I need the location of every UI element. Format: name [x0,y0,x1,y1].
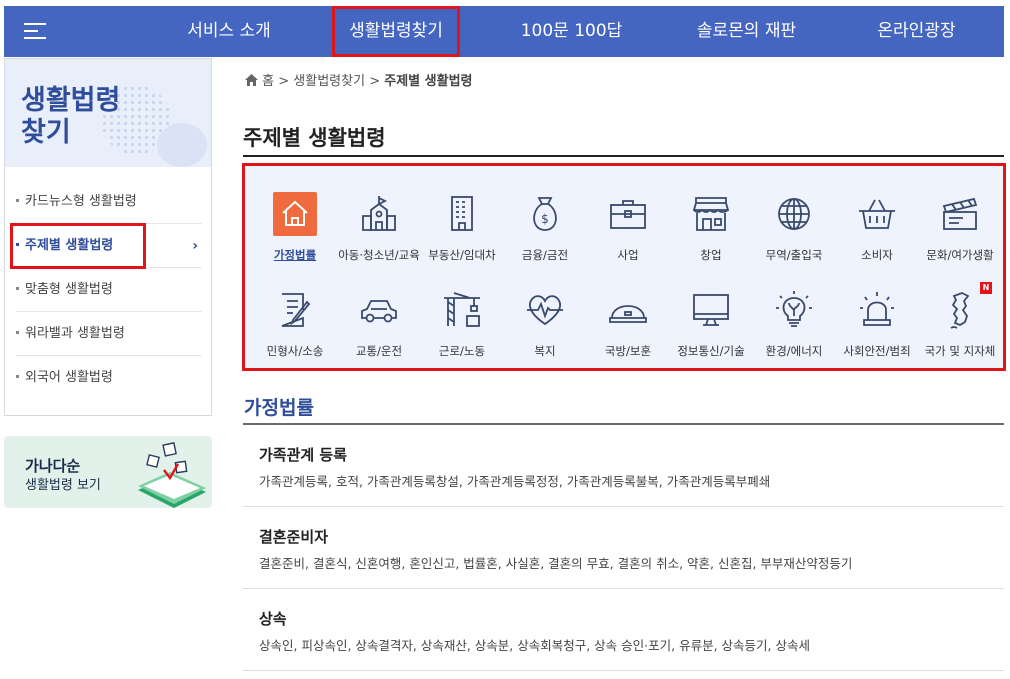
sidebar-title: 생활법령 찾기 [21,85,121,148]
law-group: 결혼준비자 결혼준비, 결혼식, 신혼여행, 혼인신고, 법률혼, 사실혼, 결… [243,507,1004,589]
category-it-technology[interactable]: 정보통신/기술 [667,288,755,376]
law-group-items[interactable]: 결혼준비, 결혼식, 신혼여행, 혼인신고, 법률혼, 사실혼, 결혼의 무효,… [259,553,852,572]
menu-icon[interactable] [24,21,48,41]
law-group-items[interactable]: 상속인, 피상속인, 상속결격자, 상속재산, 상속분, 상속회복청구, 상속 … [259,635,810,654]
heartbeat-icon [523,288,567,332]
sidebar-item-topic-laws[interactable]: 주제별 생활법령 › [16,224,202,268]
category-public-safety[interactable]: 사회안전/범죄 [833,288,921,376]
category-finance[interactable]: $ 금융/금전 [501,192,589,280]
divider [243,155,1004,157]
promo-title: 가나다순 [25,457,81,475]
category-environment-energy[interactable]: 환경/에너지 [750,288,838,376]
breadcrumb-current: 주제별 생활법령 [384,74,473,89]
top-navigation-bar: 서비스 소개 생활법령찾기 100문 100답 솔로몬의 재판 온라인광장 [4,6,1004,57]
sidebar-item-label: 외국어 생활법령 [25,370,113,385]
category-state-local-gov[interactable]: N 국가 및 지자체 [916,282,1004,376]
briefcase-icon [606,192,650,236]
category-culture-leisure[interactable]: 문화/여가생활 [916,192,1004,280]
sidebar-item-custom-laws[interactable]: 맞춤형 생활법령 [16,268,202,312]
sidebar-item-label: 맞춤형 생활법령 [25,282,113,297]
breadcrumb-home[interactable]: 홈 [262,74,274,89]
crane-icon [440,288,484,332]
monitor-icon [689,288,733,332]
breadcrumb: 홈 > 생활법령찾기 > 주제별 생활법령 [245,70,473,89]
category-traffic-driving[interactable]: 교통/운전 [335,288,423,376]
sidebar-item-label: 주제별 생활법령 [25,238,114,253]
lightbulb-icon [772,288,816,332]
storefront-icon [689,192,733,236]
bullet-icon [16,375,19,378]
svg-text:$: $ [541,212,549,226]
bullet-icon [16,331,19,334]
law-group-title[interactable]: 가족관계 등록 [259,444,347,465]
category-business[interactable]: 사업 [584,192,672,280]
sidebar-item-work-life-laws[interactable]: 워라밸과 생활법령 [16,312,202,356]
page-title: 주제별 생활법령 [243,126,386,150]
category-label: 국가 및 지자체 [924,344,996,358]
promo-subtitle: 생활법령 보기 [25,478,101,493]
bullet-icon [16,199,19,202]
category-welfare[interactable]: 복지 [501,288,589,376]
nav-item-service-intro[interactable]: 서비스 소개 [164,6,294,57]
sidebar-item-label: 카드뉴스형 생활법령 [25,194,137,209]
law-group: 상속 상속인, 피상속인, 상속결격자, 상속재산, 상속분, 상속회복청구, … [243,589,1004,671]
globe-icon [772,192,816,236]
bullet-icon [16,243,19,246]
bullet-icon [16,287,19,290]
alphabetical-laws-banner[interactable]: 가나다순 생활법령 보기 [4,436,212,508]
money-bag-icon: $ [523,192,567,236]
korea-map-icon [938,288,982,332]
category-defense-veterans[interactable]: 국방/보훈 [584,288,672,376]
house-icon [273,192,317,236]
sidebar-item-label: 워라밸과 생활법령 [25,326,125,341]
helmet-icon [606,288,650,332]
law-group-title[interactable]: 결혼준비자 [259,526,328,547]
law-group: 가족관계 등록 가족관계등록, 호적, 가족관계등록창설, 가족관계등록정정, … [243,425,1004,507]
decorative-circle [157,123,207,167]
category-label: 문화/여가생활 [926,248,994,262]
category-family-law[interactable]: 가정법률 [251,192,339,280]
clapperboard-icon [938,192,982,236]
document-pen-icon [273,288,317,332]
breadcrumb-level1[interactable]: 생활법령찾기 [293,74,365,89]
category-grid: 가정법률 아동·청소년/교육 부동산/임대차 $ 금융/금전 사업 창업 무역/… [242,163,1006,371]
category-civil-criminal[interactable]: 민형사/소송 [251,288,339,376]
law-group-items[interactable]: 가족관계등록, 호적, 가족관계등록창설, 가족관계등록정정, 가족관계등록불복… [259,471,770,490]
chevron-right-icon: › [192,238,198,254]
nav-item-find-laws[interactable]: 생활법령찾기 [332,6,460,57]
school-icon [357,192,401,236]
book-cards-icon [138,442,206,508]
category-startup[interactable]: 창업 [667,192,755,280]
category-consumer[interactable]: 소비자 [833,192,921,280]
law-group-title[interactable]: 상속 [259,608,287,629]
home-icon[interactable] [245,74,258,86]
sidebar-item-foreign-laws[interactable]: 외국어 생활법령 [16,356,202,400]
sidebar-header: 생활법령 찾기 [5,59,211,167]
siren-icon [855,288,899,332]
breadcrumb-separator: > [369,74,381,89]
new-badge: N [980,282,992,294]
category-trade-immigration[interactable]: 무역/출입국 [750,192,838,280]
category-youth-education[interactable]: 아동·청소년/교육 [335,192,423,280]
section-title: 가정법률 [244,397,314,419]
breadcrumb-separator: > [278,74,290,89]
sidebar-item-card-news[interactable]: 카드뉴스형 생활법령 [16,180,202,224]
category-real-estate[interactable]: 부동산/임대차 [418,192,506,280]
basket-icon [855,192,899,236]
nav-item-100qa[interactable]: 100문 100답 [509,6,634,57]
nav-item-solomon-trial[interactable]: 솔로몬의 재판 [679,6,814,57]
building-icon [440,192,484,236]
nav-item-online-plaza[interactable]: 온라인광장 [859,6,974,57]
car-icon [357,288,401,332]
category-labor[interactable]: 근로/노동 [418,288,506,376]
